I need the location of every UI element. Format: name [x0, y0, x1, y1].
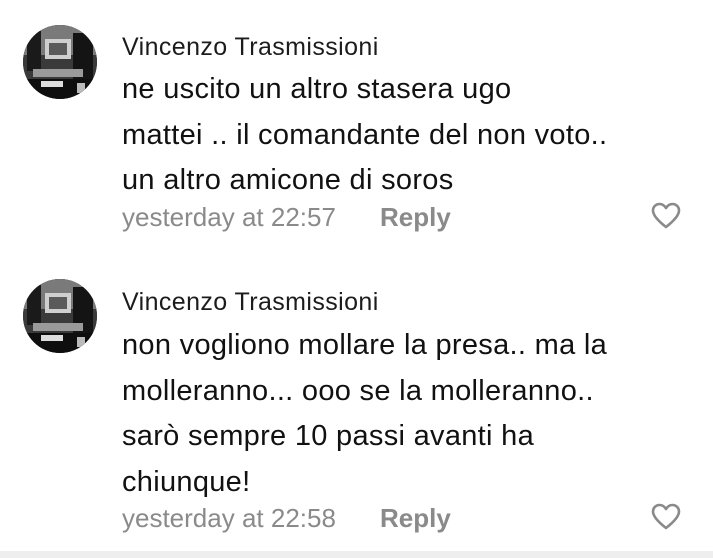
bottom-divider [0, 551, 713, 558]
heart-outline-icon [651, 503, 681, 530]
avatar-photo-icon [23, 279, 97, 353]
avatar[interactable] [23, 279, 97, 353]
comment-text-line: mattei .. il comandante del non voto.. [122, 118, 608, 151]
avatar-photo-icon [23, 25, 97, 99]
comment-text-line: molleranno... ooo se la molleranno.. [122, 374, 594, 407]
comment-timestamp: yesterday at 22:58 [122, 503, 336, 533]
comment-author[interactable]: Vincenzo Trasmissioni [122, 288, 379, 317]
comment-text-line: sarò sempre 10 passi avanti ha [122, 420, 534, 452]
like-button[interactable] [651, 202, 681, 230]
comment-author[interactable]: Vincenzo Trasmissioni [122, 33, 379, 62]
like-button[interactable] [651, 503, 681, 531]
comment-text: ne uscito un altro stasera ugo mattei ..… [122, 67, 692, 204]
comment-timestamp: yesterday at 22:57 [122, 202, 336, 232]
avatar[interactable] [23, 25, 97, 99]
comment-text-line: chiunque! [122, 465, 251, 498]
reply-button[interactable]: Reply [380, 202, 451, 233]
comment-text-line: un altro amicone di soros [122, 164, 454, 196]
heart-outline-icon [651, 202, 681, 229]
reply-button[interactable]: Reply [380, 503, 451, 534]
comment-item: Vincenzo Trasmissioni ne uscito un altro… [0, 0, 713, 260]
comment-text-line: ne uscito un altro stasera ugo [122, 73, 512, 105]
comment-text-line: non vogliono mollare la presa.. ma la [122, 329, 608, 361]
comment-text: non vogliono mollare la presa.. ma la mo… [122, 323, 692, 505]
comment-item: Vincenzo Trasmissioni non vogliono molla… [0, 260, 713, 551]
